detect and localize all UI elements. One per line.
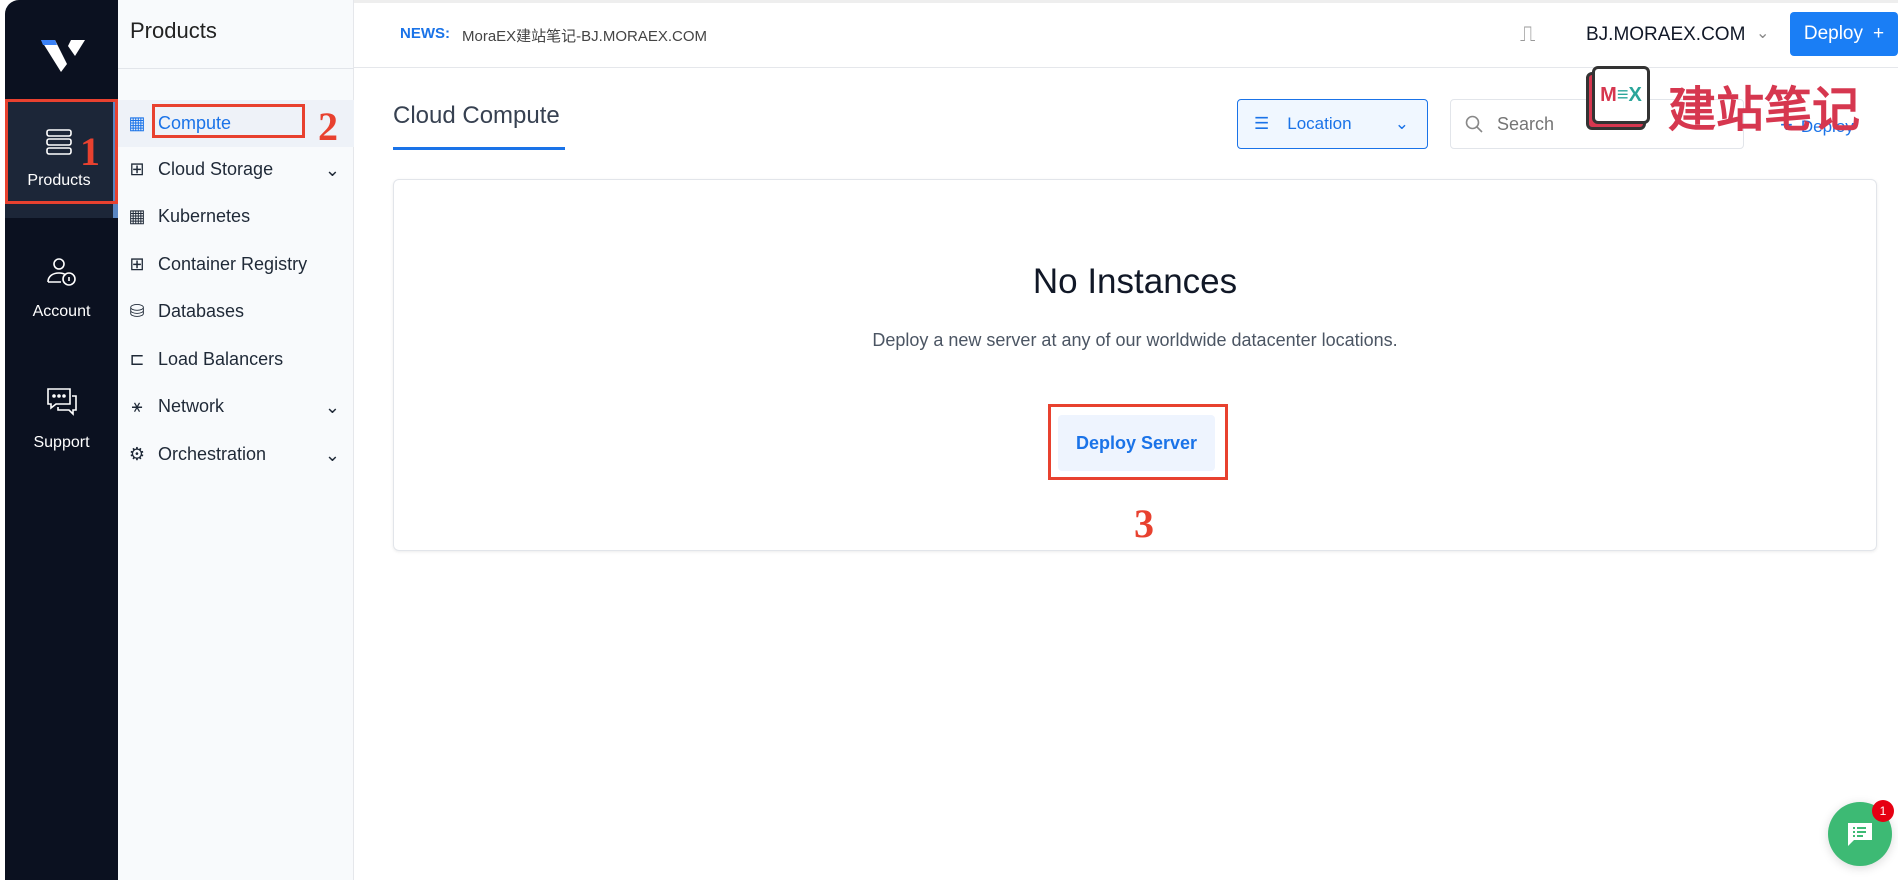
tab-cloud-compute[interactable]: Cloud Compute	[393, 102, 560, 130]
annotation-box-3	[1048, 404, 1228, 480]
filter-icon: ☰	[1254, 114, 1270, 133]
panel-title: Products	[130, 18, 217, 43]
search-icon	[1465, 115, 1483, 133]
location-label: Location	[1287, 114, 1352, 133]
chat-widget-button[interactable]: 1	[1828, 800, 1894, 866]
registry-icon: ⊞	[129, 254, 145, 274]
panel-item-cloud-storage[interactable]: ⊞ Cloud Storage ⌄	[118, 146, 354, 193]
panel-item-kubernetes[interactable]: ▦ Kubernetes	[118, 193, 354, 240]
database-icon: ⛁	[129, 301, 145, 321]
panel-item-container-registry[interactable]: ⊞ Container Registry	[118, 241, 354, 288]
compute-icon: ▦	[128, 113, 146, 133]
storage-icon: ⊞	[129, 159, 145, 179]
tab-underline	[393, 147, 565, 150]
annotation-box-2	[152, 104, 305, 138]
item-label: Network	[158, 396, 225, 416]
annotation-number-3: 3	[1134, 501, 1154, 546]
plus-icon: +	[1873, 23, 1885, 44]
panel-item-databases[interactable]: ⛁ Databases	[118, 288, 354, 335]
news-label: NEWS:	[400, 25, 450, 42]
watermark-logo: M ≡X	[1582, 58, 1658, 134]
item-label: Kubernetes	[158, 206, 251, 226]
deploy-button[interactable]: Deploy +	[1790, 12, 1898, 56]
chat-bubble-icon	[1848, 823, 1872, 846]
billing-icon[interactable]: ⎍	[1520, 21, 1535, 47]
item-label: Databases	[158, 301, 245, 321]
annotation-number-1: 1	[80, 129, 100, 174]
chevron-down-icon[interactable]: ⌄	[325, 160, 340, 181]
rail-item-account[interactable]: Account	[5, 230, 118, 348]
vultr-logo-icon[interactable]	[39, 38, 87, 74]
rail-item-support[interactable]: Support	[5, 360, 118, 478]
watermark-text: 建站笔记	[1668, 82, 1861, 138]
panel-item-network[interactable]: ⚹ Network ⌄	[118, 383, 354, 430]
panel-item-load-balancers[interactable]: ⊏ Load Balancers	[118, 336, 354, 383]
chevron-down-icon[interactable]: ⌄	[325, 397, 340, 418]
kubernetes-icon: ▦	[128, 206, 146, 226]
empty-subtitle: Deploy a new server at any of our worldw…	[872, 330, 1398, 350]
empty-title: No Instances	[1032, 262, 1238, 301]
item-label: Load Balancers	[158, 349, 284, 369]
item-label: Cloud Storage	[158, 159, 274, 179]
item-label: Container Registry	[158, 254, 308, 274]
user-lock-icon	[46, 258, 76, 286]
chat-icon	[46, 388, 77, 416]
panel-item-orchestration[interactable]: ⚙ Orchestration ⌄	[118, 431, 354, 478]
chevron-down-icon[interactable]: ⌄	[1756, 23, 1769, 43]
annotation-box-1	[5, 99, 118, 204]
load-balancer-icon: ⊏	[129, 349, 145, 369]
rail-label: Support	[33, 434, 90, 451]
divider	[118, 68, 354, 69]
top-header: NEWS: MoraEX建站笔记-BJ.MORAEX.COM ⎍ BJ.MORA…	[354, 0, 1898, 68]
annotation-number-2: 2	[318, 104, 338, 149]
network-icon: ⚹	[131, 396, 143, 416]
deploy-label: Deploy	[1803, 23, 1864, 44]
chevron-down-icon: ⌄	[1394, 114, 1409, 133]
news-text[interactable]: MoraEX建站笔记-BJ.MORAEX.COM	[462, 25, 707, 46]
item-label: Orchestration	[158, 444, 267, 464]
location-filter[interactable]: ☰ Location ⌄	[1237, 99, 1428, 149]
empty-state-card: No Instances Deploy a new server at any …	[393, 179, 1877, 551]
account-menu[interactable]: BJ.MORAEX.COM	[1586, 24, 1745, 46]
notification-badge: 1	[1872, 800, 1894, 822]
chevron-down-icon[interactable]: ⌄	[325, 445, 340, 466]
gear-cycle-icon: ⚙	[128, 444, 146, 464]
rail-label: Account	[32, 303, 91, 320]
